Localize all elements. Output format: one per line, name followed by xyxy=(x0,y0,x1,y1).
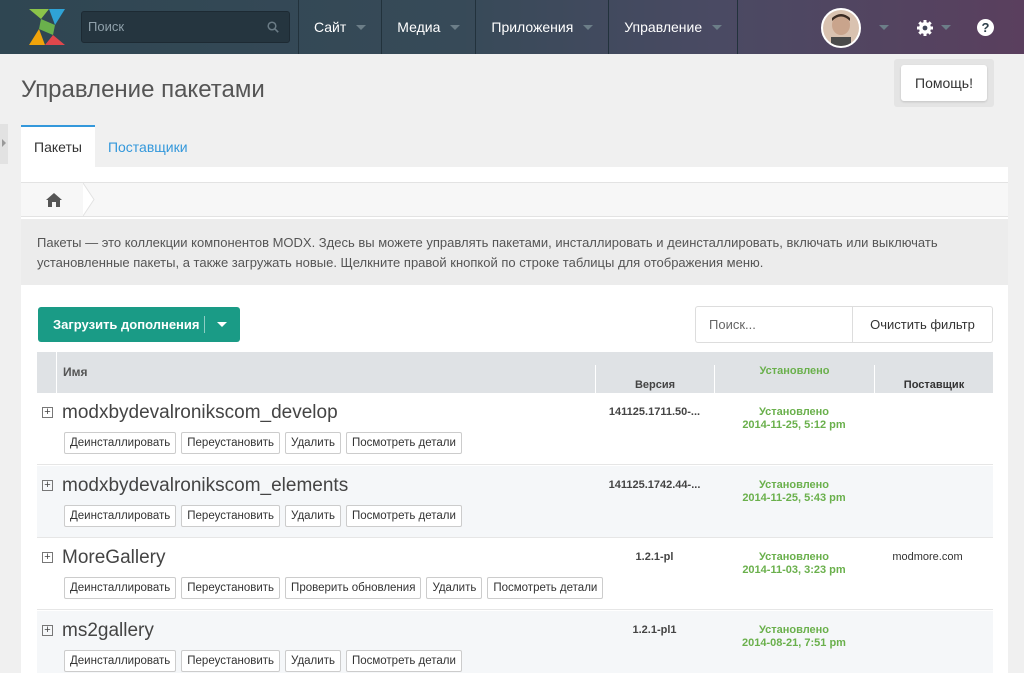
remove-button[interactable]: Удалить xyxy=(285,505,341,527)
page-description: Пакеты — это коллекции компонентов MODX.… xyxy=(21,219,1008,285)
button-divider xyxy=(204,316,205,333)
package-version: 141125.1711.50-... xyxy=(608,406,701,418)
row-actions: Деинсталлировать Переустановить Удалить … xyxy=(64,505,467,527)
packages-panel: Пакеты — это коллекции компонентов MODX.… xyxy=(21,167,1008,673)
package-name: ms2gallery xyxy=(62,620,154,641)
remove-button[interactable]: Удалить xyxy=(426,577,483,599)
filter-search-input[interactable]: Поиск... xyxy=(695,306,853,343)
nav-label: Управление xyxy=(624,19,703,35)
reinstall-button[interactable]: Переустановить xyxy=(181,505,281,527)
install-date: 2014-08-21, 7:51 pm xyxy=(742,637,846,649)
expand-icon[interactable]: + xyxy=(42,625,53,636)
home-icon[interactable] xyxy=(46,193,62,207)
top-bar: Поиск Сайт Медиа Приложения Управление ? xyxy=(0,0,1024,54)
package-version: 1.2.1-pl1 xyxy=(632,624,677,636)
search-placeholder: Поиск xyxy=(88,19,125,34)
avatar[interactable] xyxy=(821,8,861,48)
status-text: Установлено xyxy=(758,479,830,491)
row-actions: Деинсталлировать Переустановить Удалить … xyxy=(64,432,467,454)
reinstall-button[interactable]: Переустановить xyxy=(181,577,281,599)
grid-header: Имя Версия Установлено Поставщик xyxy=(37,352,993,406)
search-icon xyxy=(267,21,279,33)
view-details-button[interactable]: Посмотреть детали xyxy=(345,505,462,527)
table-row[interactable]: + ms2gallery Деинсталлировать Переустано… xyxy=(37,611,993,673)
uninstall-button[interactable]: Деинсталлировать xyxy=(64,432,177,454)
settings-chevron-icon[interactable] xyxy=(941,25,951,30)
package-version: 1.2.1-pl xyxy=(635,551,674,563)
package-name: modxbydevalronikscom_develop xyxy=(62,402,338,423)
sidebar-toggle[interactable] xyxy=(0,124,8,164)
chevron-down-icon xyxy=(356,24,367,30)
row-actions: Деинсталлировать Переустановить Проверит… xyxy=(64,577,608,599)
expand-icon[interactable]: + xyxy=(42,480,53,491)
gear-icon[interactable] xyxy=(916,19,934,37)
expand-icon[interactable]: + xyxy=(42,552,53,563)
main-nav: Сайт Медиа Приложения Управление xyxy=(298,0,739,54)
uninstall-button[interactable]: Деинсталлировать xyxy=(64,577,177,599)
view-details-button[interactable]: Посмотреть детали xyxy=(345,650,462,672)
status-text: Установлено xyxy=(758,406,830,418)
column-header-name[interactable]: Имя xyxy=(56,352,595,393)
status-text: Установлено xyxy=(758,551,830,563)
view-details-button[interactable]: Посмотреть детали xyxy=(345,432,462,454)
reinstall-button[interactable]: Переустановить xyxy=(181,650,281,672)
table-row[interactable]: + modxbydevalronikscom_elements Деинстал… xyxy=(37,466,993,538)
nav-label: Медиа xyxy=(397,19,441,35)
upload-addons-button[interactable]: Загрузить дополнения xyxy=(38,307,240,342)
package-name: modxbydevalronikscom_elements xyxy=(62,475,349,496)
remove-button[interactable]: Удалить xyxy=(285,432,341,454)
status-text: Установлено xyxy=(758,624,830,636)
chevron-down-icon xyxy=(450,24,461,30)
tabs: Пакеты Поставщики xyxy=(21,125,201,167)
install-status: Установлено 2014-11-25, 5:43 pm xyxy=(714,479,874,505)
tab-providers[interactable]: Поставщики xyxy=(95,125,201,167)
help-icon[interactable]: ? xyxy=(977,19,994,36)
install-date: 2014-11-25, 5:43 pm xyxy=(742,492,846,504)
breadcrumb-separator xyxy=(83,183,95,216)
table-row[interactable]: + MoreGallery Деинсталлировать Переустан… xyxy=(37,538,993,610)
breadcrumb xyxy=(21,182,1008,217)
install-status: Установлено 2014-11-03, 3:23 pm xyxy=(714,551,874,577)
user-photo-icon xyxy=(823,10,859,46)
help-button[interactable]: Помощь! xyxy=(901,65,987,101)
table-row[interactable]: + modxbydevalronikscom_develop Деинсталл… xyxy=(37,393,993,465)
row-actions: Деинсталлировать Переустановить Удалить … xyxy=(64,650,467,672)
package-name: MoreGallery xyxy=(62,547,166,568)
remove-button[interactable]: Удалить xyxy=(285,650,341,672)
chevron-down-icon xyxy=(712,24,723,30)
user-menu-chevron-icon[interactable] xyxy=(879,25,889,30)
install-status: Установлено 2014-08-21, 7:51 pm xyxy=(714,624,874,650)
nav-label: Приложения xyxy=(491,19,574,35)
nav-item-manage[interactable]: Управление xyxy=(608,0,739,54)
view-details-button[interactable]: Посмотреть детали xyxy=(487,577,604,599)
page-title: Управление пакетами xyxy=(21,76,265,103)
install-status: Установлено 2014-11-25, 5:12 pm xyxy=(714,406,874,432)
install-date: 2014-11-03, 3:23 pm xyxy=(742,564,846,576)
nav-item-apps[interactable]: Приложения xyxy=(475,0,608,54)
nav-item-site[interactable]: Сайт xyxy=(298,0,381,54)
help-button-wrap: Помощь! xyxy=(894,59,994,107)
chevron-down-icon[interactable] xyxy=(217,322,227,327)
expand-icon[interactable]: + xyxy=(42,407,53,418)
search-input[interactable]: Поиск xyxy=(81,11,290,43)
package-provider[interactable]: modmore.com xyxy=(874,551,981,563)
check-updates-button[interactable]: Проверить обновления xyxy=(285,577,422,599)
nav-label: Сайт xyxy=(314,19,347,35)
modx-logo-icon[interactable] xyxy=(27,7,67,47)
upload-addons-label: Загрузить дополнения xyxy=(53,317,200,332)
package-version: 141125.1742.44-... xyxy=(608,479,701,491)
install-date: 2014-11-25, 5:12 pm xyxy=(742,419,846,431)
uninstall-button[interactable]: Деинсталлировать xyxy=(64,650,177,672)
reinstall-button[interactable]: Переустановить xyxy=(181,432,281,454)
tab-packages[interactable]: Пакеты xyxy=(21,125,95,167)
uninstall-button[interactable]: Деинсталлировать xyxy=(64,505,177,527)
clear-filter-button[interactable]: Очистить фильтр xyxy=(852,306,993,343)
nav-item-media[interactable]: Медиа xyxy=(381,0,475,54)
chevron-down-icon xyxy=(583,24,594,30)
